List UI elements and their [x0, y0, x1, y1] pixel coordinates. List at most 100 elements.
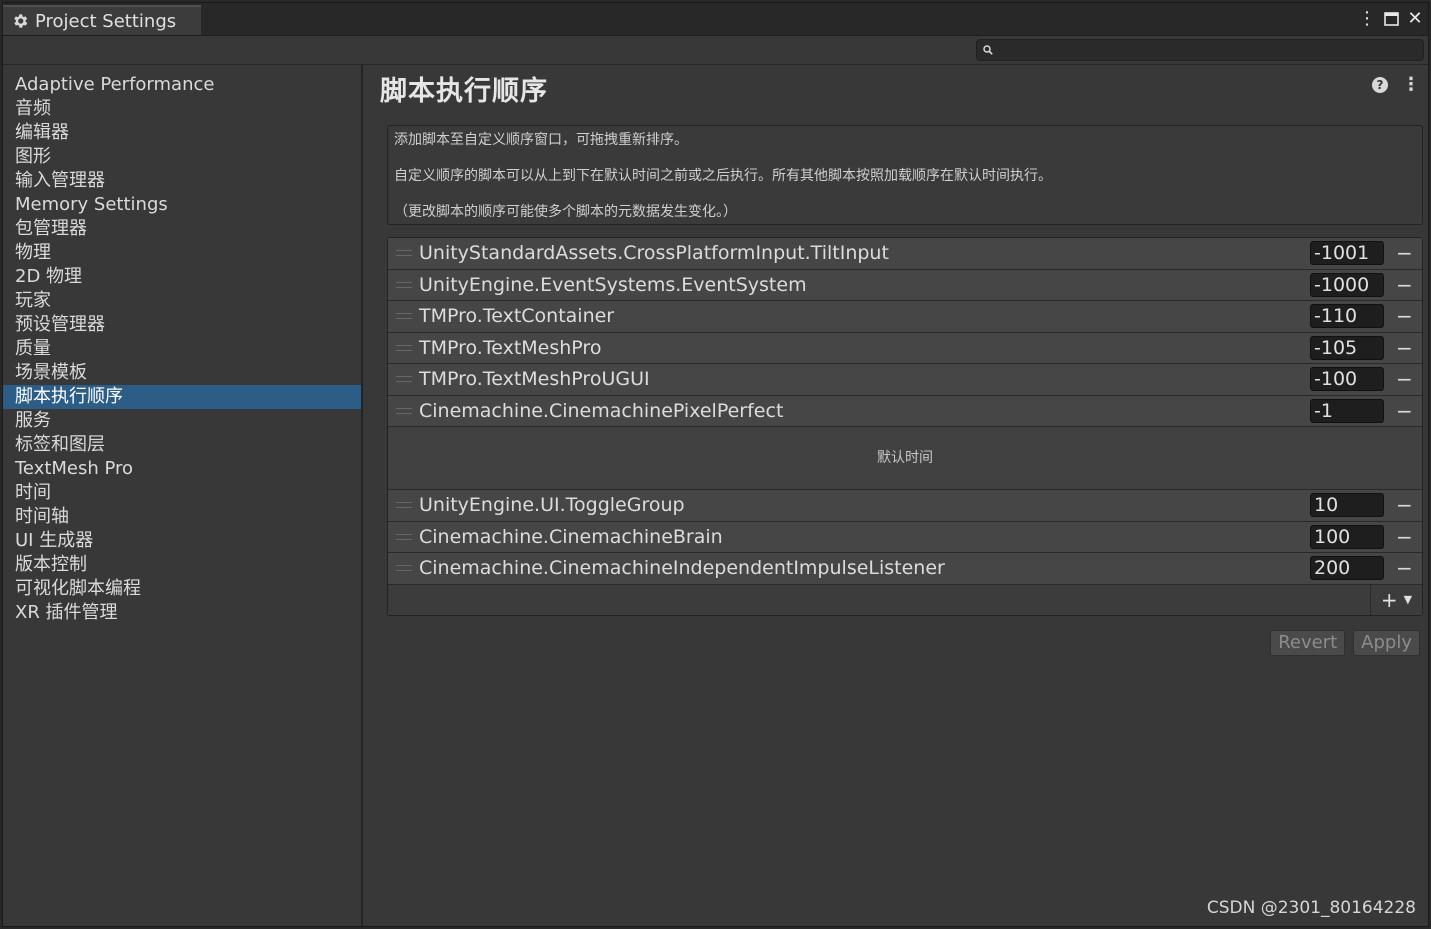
sidebar-item[interactable]: TextMesh Pro	[3, 457, 361, 481]
remove-icon[interactable]: −	[1396, 527, 1413, 547]
remove-icon[interactable]: −	[1396, 306, 1413, 326]
remove-icon[interactable]: −	[1396, 275, 1413, 295]
toolbar	[3, 36, 1428, 65]
plus-icon: +	[1380, 587, 1398, 612]
remove-icon[interactable]: −	[1396, 401, 1413, 421]
script-row[interactable]: TMPro.TextContainer −	[388, 301, 1422, 333]
page-title: 脚本执行顺序	[380, 76, 548, 107]
script-row[interactable]: TMPro.TextMeshPro −	[388, 332, 1422, 364]
add-script-button[interactable]: + ▼	[1370, 584, 1422, 615]
script-name: TMPro.TextContainer	[419, 305, 615, 327]
remove-icon[interactable]: −	[1396, 369, 1413, 389]
order-field[interactable]	[1310, 493, 1384, 517]
script-name: UnityEngine.EventSystems.EventSystem	[419, 273, 807, 296]
script-name: TMPro.TextMeshPro	[419, 336, 602, 359]
drag-handle-icon[interactable]	[396, 313, 412, 319]
title-icons: ? ⋮	[1372, 76, 1420, 94]
sidebar-item[interactable]: 包管理器	[3, 217, 361, 241]
drag-handle-icon[interactable]	[396, 376, 412, 382]
maximize-icon[interactable]	[1382, 9, 1400, 29]
info-box: 添加脚本至自定义顺序窗口，可拖拽重新排序。 自定义顺序的脚本可以从上到下在默认时…	[387, 125, 1423, 225]
info-line: 添加脚本至自定义顺序窗口，可拖拽重新排序。	[394, 132, 688, 148]
sidebar-item[interactable]: 时间轴	[3, 505, 361, 529]
script-row[interactable]: UnityEngine.UI.ToggleGroup −	[388, 490, 1422, 522]
drag-handle-icon[interactable]	[396, 281, 412, 288]
info-line: （更改脚本的顺序可能使多个脚本的元数据发生变化。）	[394, 204, 737, 220]
close-icon[interactable]: ✕	[1406, 9, 1424, 29]
sidebar-item[interactable]: 2D 物理	[3, 265, 361, 289]
order-field[interactable]	[1310, 335, 1384, 360]
sidebar-item[interactable]: UI 生成器	[3, 529, 361, 553]
sidebar-item[interactable]: 音频	[3, 97, 361, 121]
script-row[interactable]: UnityStandardAssets.CrossPlatformInput.T…	[388, 238, 1422, 270]
sidebar-item[interactable]: 预设管理器	[3, 313, 361, 337]
script-name: Cinemachine.CinemachinePixelPerfect	[419, 399, 784, 422]
more-options-icon[interactable]: ⋮	[1358, 9, 1376, 29]
window-controls: ⋮ ✕	[1358, 6, 1424, 32]
sidebar-item[interactable]: 场景模板	[3, 361, 361, 385]
menu-icon[interactable]: ⋮	[1402, 76, 1420, 94]
main-panel: 脚本执行顺序 ? ⋮ 添加脚本至自定义顺序窗口，可拖拽重新排序。 自定义顺序的脚…	[365, 65, 1428, 926]
order-field[interactable]	[1310, 367, 1384, 391]
script-name: UnityEngine.UI.ToggleGroup	[419, 494, 685, 516]
sidebar-item[interactable]: 玩家	[3, 289, 361, 313]
search-input[interactable]	[997, 41, 1423, 59]
order-field[interactable]	[1310, 524, 1384, 549]
order-field[interactable]	[1310, 398, 1384, 423]
tab-bar: Project Settings ⋮ ✕	[3, 3, 1428, 36]
sidebar-item[interactable]: Memory Settings	[3, 193, 361, 217]
script-name: Cinemachine.CinemachineBrain	[419, 525, 723, 548]
sidebar-item[interactable]: 输入管理器	[3, 169, 361, 193]
default-time-marker: 默认时间	[388, 427, 1422, 490]
tab-title: Project Settings	[35, 10, 177, 32]
script-row[interactable]: Cinemachine.CinemachineBrain −	[388, 521, 1422, 553]
drag-handle-icon[interactable]	[396, 250, 412, 256]
drag-handle-icon[interactable]	[396, 533, 412, 540]
search-icon	[983, 45, 993, 55]
script-row[interactable]: TMPro.TextMeshProUGUI −	[388, 364, 1422, 396]
sidebar-item[interactable]: 质量	[3, 337, 361, 361]
order-field[interactable]	[1310, 304, 1384, 328]
drag-handle-icon[interactable]	[396, 502, 412, 508]
order-field[interactable]	[1310, 556, 1384, 580]
project-settings-window: Project Settings ⋮ ✕ Adaptive Performanc…	[2, 2, 1429, 927]
script-name: TMPro.TextMeshProUGUI	[419, 368, 650, 390]
revert-button[interactable]: Revert	[1270, 630, 1346, 656]
sidebar-item[interactable]: 图形	[3, 145, 361, 169]
remove-icon[interactable]: −	[1396, 243, 1413, 263]
order-field[interactable]	[1310, 272, 1384, 297]
script-name: Cinemachine.CinemachineIndependentImpuls…	[419, 557, 945, 579]
remove-icon[interactable]: −	[1396, 495, 1413, 515]
sidebar-item[interactable]: 时间	[3, 481, 361, 505]
remove-icon[interactable]: −	[1396, 338, 1413, 358]
drag-handle-icon[interactable]	[396, 344, 412, 351]
list-footer: + ▼	[388, 584, 1422, 615]
script-row[interactable]: Cinemachine.CinemachinePixelPerfect −	[388, 395, 1422, 427]
sidebar-item[interactable]: Adaptive Performance	[3, 73, 361, 97]
script-row[interactable]: Cinemachine.CinemachineIndependentImpuls…	[388, 553, 1422, 585]
tab-project-settings[interactable]: Project Settings	[3, 5, 201, 35]
search-field[interactable]	[976, 39, 1424, 61]
sidebar-item[interactable]: 版本控制	[3, 553, 361, 577]
remove-icon[interactable]: −	[1396, 558, 1413, 578]
action-buttons: Revert Apply	[1270, 630, 1420, 656]
watermark: CSDN @2301_80164228	[1206, 898, 1416, 918]
sidebar-item[interactable]: 脚本执行顺序	[3, 385, 361, 409]
sidebar-item[interactable]: 标签和图层	[3, 433, 361, 457]
info-line: 自定义顺序的脚本可以从上到下在默认时间之前或之后执行。所有其他脚本按照加载顺序在…	[394, 168, 1052, 184]
drag-handle-icon[interactable]	[396, 565, 412, 571]
script-row[interactable]: UnityEngine.EventSystems.EventSystem −	[388, 269, 1422, 301]
sidebar-item[interactable]: XR 插件管理	[3, 601, 361, 625]
sidebar-item[interactable]: 可视化脚本编程	[3, 577, 361, 601]
gear-icon	[14, 14, 28, 28]
order-field[interactable]	[1310, 241, 1384, 265]
script-name: UnityStandardAssets.CrossPlatformInput.T…	[419, 242, 889, 264]
apply-button[interactable]: Apply	[1353, 630, 1420, 656]
sidebar-item[interactable]: 编辑器	[3, 121, 361, 145]
drag-handle-icon[interactable]	[396, 407, 412, 414]
sidebar-item[interactable]: 服务	[3, 409, 361, 433]
help-icon[interactable]: ?	[1372, 77, 1388, 93]
sidebar-item[interactable]: 物理	[3, 241, 361, 265]
script-order-list: UnityStandardAssets.CrossPlatformInput.T…	[387, 237, 1423, 616]
settings-sidebar: Adaptive Performance 音频 编辑器 图形 输入管理器 Memory S…	[3, 65, 363, 926]
